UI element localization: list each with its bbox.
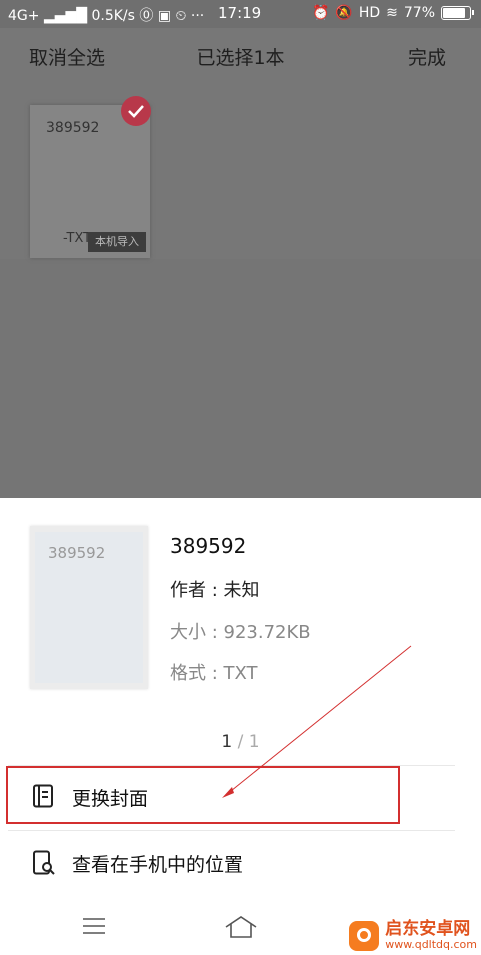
view-location-button[interactable]: 查看在手机中的位置 (8, 832, 455, 892)
battery-icon (441, 6, 474, 20)
page-separator: / (232, 732, 249, 752)
cover-number: 389592 (48, 544, 106, 562)
book-title: 389592 (170, 534, 247, 558)
status-bar: 4G+ ▂▄▆█ 0.5K/s ⓪ ▣ ⏲ ··· 17:19 ⏰ 🔕 HD ≋… (0, 0, 481, 28)
notification-icons: ⓪ ▣ ⏲ ··· (139, 8, 205, 24)
book-card-format: -TXT (63, 231, 92, 246)
done-button[interactable]: 完成 (408, 43, 446, 70)
highlight-box (6, 766, 400, 824)
alarm-icon: ⏰ (311, 5, 330, 21)
mute-icon: 🔕 (335, 5, 353, 21)
divider (8, 830, 455, 831)
book-card-number: 389592 (46, 120, 100, 136)
book-author: 作者 : 未知 (170, 580, 260, 601)
book-cover: 389592 (30, 526, 148, 689)
speed-label: 0.5K/s (91, 8, 135, 24)
phone-search-icon (32, 850, 55, 875)
watermark: 启东安卓网 www.qdltdq.com (349, 920, 477, 951)
page-indicator: 1 / 1 (0, 732, 481, 752)
view-location-label: 查看在手机中的位置 (72, 854, 244, 876)
local-import-tag: 本机导入 (88, 232, 146, 252)
hd-label: HD (358, 5, 381, 21)
network-label: 4G+ (8, 8, 40, 24)
page-total: 1 (248, 732, 260, 752)
watermark-name: 启东安卓网 (385, 919, 471, 940)
signal-icon: ▂▄▆█ (43, 8, 88, 24)
selected-check-icon[interactable] (121, 96, 151, 126)
book-detail-sheet: 389592 389592 作者 : 未知 大小 : 923.72KB 格式 :… (0, 498, 481, 955)
status-right: ⏰ 🔕 HD ≋ 77% (311, 5, 474, 21)
home-icon[interactable] (224, 915, 258, 939)
watermark-url: www.qdltdq.com (385, 937, 477, 951)
book-size: 大小 : 923.72KB (170, 622, 311, 643)
menu-icon[interactable] (83, 917, 105, 935)
status-left: 4G+ ▂▄▆█ 0.5K/s ⓪ ▣ ⏲ ··· (8, 5, 204, 25)
top-bar: 取消全选 已选择1本 完成 (0, 28, 481, 84)
wifi-icon: ≋ (386, 5, 398, 21)
clock: 17:19 (218, 4, 262, 22)
book-format: 格式 : TXT (170, 663, 258, 684)
watermark-logo-icon (349, 920, 380, 951)
battery-label: 77% (403, 5, 435, 21)
page-current: 1 (221, 732, 233, 752)
